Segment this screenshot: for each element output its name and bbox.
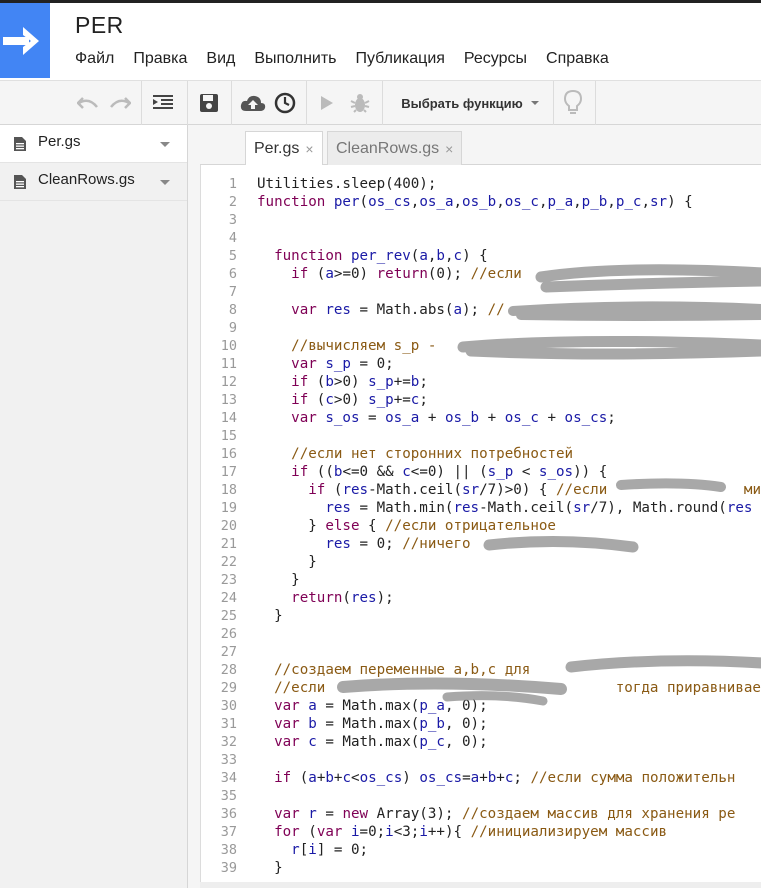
menu-help[interactable]: Справка bbox=[546, 50, 609, 68]
document-icon bbox=[14, 175, 26, 189]
file-item-per[interactable]: Per.gs bbox=[0, 125, 187, 163]
chevron-down-icon[interactable] bbox=[160, 142, 170, 147]
chevron-down-icon[interactable] bbox=[160, 180, 170, 185]
toolbar-divider bbox=[382, 81, 383, 126]
file-item-cleanrows[interactable]: CleanRows.gs bbox=[0, 163, 187, 201]
project-title[interactable]: PER bbox=[75, 12, 124, 39]
redo-icon bbox=[110, 97, 131, 109]
toolbar-divider bbox=[231, 81, 232, 126]
apps-script-logo[interactable] bbox=[0, 3, 50, 78]
toolbar-divider bbox=[187, 81, 188, 126]
editor-tabs: Per.gs × CleanRows.gs × bbox=[200, 125, 761, 166]
toolbar: Выбрать функцию bbox=[0, 80, 761, 126]
save-button[interactable] bbox=[197, 87, 221, 119]
lightbulb-icon bbox=[564, 90, 582, 114]
close-icon[interactable]: × bbox=[445, 141, 453, 157]
close-icon[interactable]: × bbox=[305, 141, 313, 157]
code-editor[interactable]: 1 2 3 4 5 6 7 8 9 10 11 12 13 14 15 16 17 18 19 20 21 22 23 24 2… bbox=[200, 165, 761, 888]
indent-button[interactable] bbox=[151, 87, 175, 119]
menu-bar: Файл Правка Вид Выполнить Публикация Рес… bbox=[75, 50, 628, 68]
window-top-border bbox=[0, 0, 761, 3]
bug-icon bbox=[350, 94, 370, 113]
save-icon bbox=[200, 94, 218, 112]
file-name: Per.gs bbox=[38, 133, 81, 150]
debug-button[interactable] bbox=[347, 87, 373, 119]
menu-edit[interactable]: Правка bbox=[133, 50, 187, 68]
indent-icon bbox=[153, 95, 173, 109]
file-name: CleanRows.gs bbox=[38, 171, 135, 188]
cloud-upload-icon bbox=[240, 95, 266, 111]
run-button[interactable] bbox=[316, 87, 338, 119]
toolbar-divider bbox=[553, 81, 554, 126]
function-select[interactable]: Выбрать функцию bbox=[390, 87, 550, 119]
chevron-down-icon bbox=[530, 101, 539, 105]
menu-publish[interactable]: Публикация bbox=[356, 50, 445, 68]
suggestions-button[interactable] bbox=[560, 87, 586, 119]
file-sidebar: Per.gs CleanRows.gs bbox=[0, 125, 188, 888]
tab-per[interactable]: Per.gs × bbox=[245, 131, 323, 166]
menu-view[interactable]: Вид bbox=[206, 50, 235, 68]
play-icon bbox=[321, 96, 333, 110]
menu-resources[interactable]: Ресурсы bbox=[464, 50, 527, 68]
panel-gap bbox=[188, 125, 200, 888]
tab-cleanrows[interactable]: CleanRows.gs × bbox=[327, 131, 463, 165]
toolbar-divider bbox=[306, 81, 307, 126]
document-icon bbox=[14, 137, 26, 151]
horizontal-scrollbar[interactable] bbox=[200, 882, 761, 888]
tab-label: CleanRows.gs bbox=[336, 139, 440, 157]
redo-button[interactable] bbox=[108, 87, 132, 119]
clock-icon bbox=[274, 92, 296, 114]
redaction-scribbles bbox=[337, 264, 761, 706]
toolbar-divider bbox=[595, 81, 596, 126]
undo-icon bbox=[77, 97, 98, 109]
menu-file[interactable]: Файл bbox=[75, 50, 114, 68]
function-select-label: Выбрать функцию bbox=[401, 95, 523, 111]
arrow-right-icon bbox=[3, 27, 39, 55]
undo-button[interactable] bbox=[76, 87, 100, 119]
deploy-button[interactable] bbox=[240, 87, 266, 119]
menu-run[interactable]: Выполнить bbox=[254, 50, 336, 68]
tab-label: Per.gs bbox=[254, 140, 300, 157]
toolbar-divider bbox=[141, 81, 142, 126]
triggers-button[interactable] bbox=[273, 87, 297, 119]
